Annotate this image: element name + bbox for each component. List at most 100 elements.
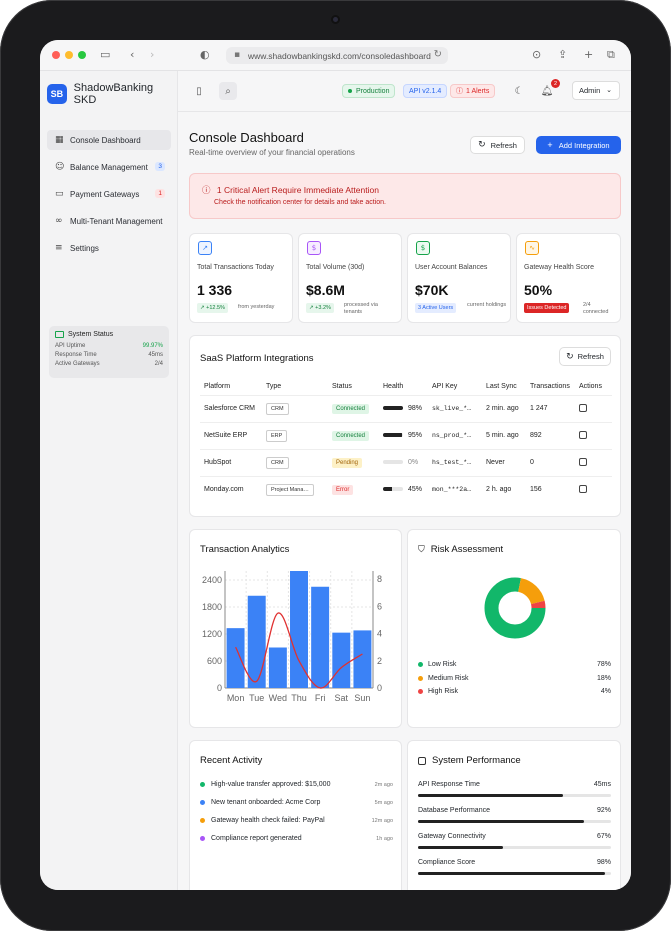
front-camera: [331, 15, 340, 24]
system-status-title: System Status: [68, 331, 114, 338]
address-bar[interactable]: ▪ www.shadowbankingskd.com/consoledashbo…: [226, 47, 448, 64]
table-row[interactable]: HubSpot CRM Pending 0% hs_test_*… Never …: [200, 448, 612, 476]
activity-item[interactable]: Compliance report generated 1h ago: [200, 835, 393, 842]
status-badge: Connected: [332, 403, 370, 414]
app-logo: SB: [47, 84, 67, 104]
brand[interactable]: SB ShadowBanking SKD: [47, 82, 177, 106]
health-cell: 45%: [383, 475, 432, 503]
add-integration-button[interactable]: + Add Integration: [536, 136, 621, 154]
risk-legend-low: Low Risk 78%: [418, 661, 611, 668]
metric-label: Database Performance: [418, 807, 490, 814]
risk-title-row: ⛉ Risk Assessment: [418, 544, 503, 555]
sidebar-item-balance-management[interactable]: ☺ Balance Management 3: [47, 157, 171, 177]
status-badge: Pending: [332, 457, 363, 468]
status-row: API Uptime 99.97%: [55, 342, 163, 351]
performance-metric: Compliance Score 98%: [418, 859, 611, 875]
moon-icon[interactable]: ☾: [510, 82, 528, 100]
sidebar-item-settings[interactable]: ≡ Settings: [47, 238, 171, 258]
health-cell: 95%: [383, 421, 432, 449]
y-tick-label: 1800: [202, 602, 222, 612]
metric-bar-fill: [418, 846, 503, 849]
integrations-title: SaaS Platform Integrations: [200, 353, 314, 364]
panel-toggle-icon[interactable]: ▯: [190, 82, 208, 100]
share-icon[interactable]: ⇪: [558, 48, 567, 61]
legend-label: Low Risk: [428, 661, 457, 668]
stat-label: User Account Balances: [415, 264, 488, 271]
forward-arrow-icon[interactable]: ›: [150, 48, 154, 61]
back-arrow-icon[interactable]: ‹: [130, 48, 134, 61]
stat-value: $8.6M: [306, 282, 345, 298]
legend-label: Medium Risk: [428, 675, 469, 682]
metric-bar-fill: [418, 820, 584, 823]
activity-dot: [200, 782, 205, 787]
user-menu-button[interactable]: Admin ⌄: [572, 81, 620, 100]
download-icon[interactable]: ⊙: [532, 48, 541, 61]
sidebar-toggle-icon[interactable]: ▭: [100, 48, 110, 61]
health-bar-fill: [383, 433, 402, 438]
metric-bar-fill: [418, 794, 563, 797]
legend-value: 18%: [596, 675, 611, 682]
link-icon: ∞: [55, 216, 63, 226]
maximize-window-button[interactable]: [78, 51, 86, 59]
y2-tick-label: 4: [377, 629, 382, 639]
sidebar-item-payment-gateways[interactable]: ▭ Payment Gateways 1: [47, 184, 171, 204]
tab-overview-icon[interactable]: ⧉: [607, 48, 615, 62]
view-details-icon[interactable]: [579, 457, 587, 466]
table-row[interactable]: Salesforce CRM CRM Connected 98% sk_live…: [200, 394, 612, 422]
reload-icon[interactable]: ↻: [434, 49, 442, 60]
view-details-icon[interactable]: [579, 430, 587, 439]
stat-value: 50%: [524, 282, 553, 298]
sidebar-item-console-dashboard[interactable]: ▦ Console Dashboard: [47, 130, 171, 150]
refresh-button[interactable]: ↻ Refresh: [470, 136, 525, 154]
legend-dot: [418, 676, 423, 681]
activity-text: Compliance report generated: [211, 835, 302, 842]
activity-dot: [200, 836, 205, 841]
search-icon[interactable]: ⌕: [219, 82, 237, 100]
last-sync-cell: 2 min. ago: [486, 394, 530, 422]
health-value: 95%: [408, 432, 423, 439]
legend-dot: [418, 662, 423, 667]
app-header: ▯ ⌕ Production API v2.1.4 ⓘ 1 Alerts ☾ 🔔…: [178, 71, 631, 112]
chevron-down-icon: ⌄: [606, 86, 612, 94]
view-details-icon[interactable]: [579, 484, 587, 493]
stat-badge: Issues Detected: [524, 303, 570, 313]
stat-value: $70K: [415, 282, 449, 298]
table-row[interactable]: NetSuite ERP ERP Connected 95% ns_prod_*…: [200, 421, 612, 449]
status-value: 2/4: [154, 361, 163, 367]
activity-item[interactable]: High-value transfer approved: $15,000 2m…: [200, 781, 393, 788]
stat-label: Total Volume (30d): [306, 264, 365, 271]
trend-chart-icon: ↗: [198, 241, 212, 255]
column-header: Type: [266, 382, 282, 390]
recent-activity-card: Recent Activity High-value transfer appr…: [189, 740, 402, 890]
platform-cell: Salesforce CRM: [200, 394, 266, 422]
last-sync-cell: 5 min. ago: [486, 421, 530, 449]
status-cell: Connected: [332, 394, 383, 422]
activity-dot: [200, 800, 205, 805]
sidebar-item-multi-tenant-management[interactable]: ∞ Multi-Tenant Management: [47, 211, 171, 231]
status-badge: Error: [332, 484, 354, 495]
x-tick-label: Tue: [249, 693, 264, 703]
minimize-window-button[interactable]: [65, 51, 73, 59]
health-bar: [383, 460, 403, 465]
transactions-cell: 156: [530, 475, 579, 503]
alerts-badge[interactable]: ⓘ 1 Alerts: [450, 84, 496, 98]
bar: [353, 630, 372, 688]
shield-icon[interactable]: ◐: [200, 48, 210, 61]
metric-value: 67%: [596, 833, 611, 840]
environment-badge: Production: [342, 84, 396, 98]
risk-title: Risk Assessment: [430, 544, 504, 555]
stat-card-balances: $ User Account Balances $70K 3 Active Us…: [407, 233, 511, 323]
close-window-button[interactable]: [52, 51, 60, 59]
activity-time: 2m ago: [374, 781, 393, 788]
metric-bar: [418, 794, 611, 797]
activity-item[interactable]: New tenant onboarded: Acme Corp 5m ago: [200, 799, 393, 806]
table-header-row: Platform Type Status Health API Key Last…: [200, 378, 612, 395]
integrations-refresh-button[interactable]: ↻ Refresh: [559, 347, 611, 366]
status-row: Active Gateways 2/4: [55, 360, 163, 369]
new-tab-icon[interactable]: +: [584, 48, 593, 61]
view-details-icon[interactable]: [579, 403, 587, 412]
grid-icon: ▦: [55, 135, 64, 145]
table-row[interactable]: Monday.com Project Mana… Error 45% mon_*…: [200, 475, 612, 503]
activity-item[interactable]: Gateway health check failed: PayPal 12m …: [200, 817, 393, 824]
plus-icon: +: [547, 140, 553, 150]
